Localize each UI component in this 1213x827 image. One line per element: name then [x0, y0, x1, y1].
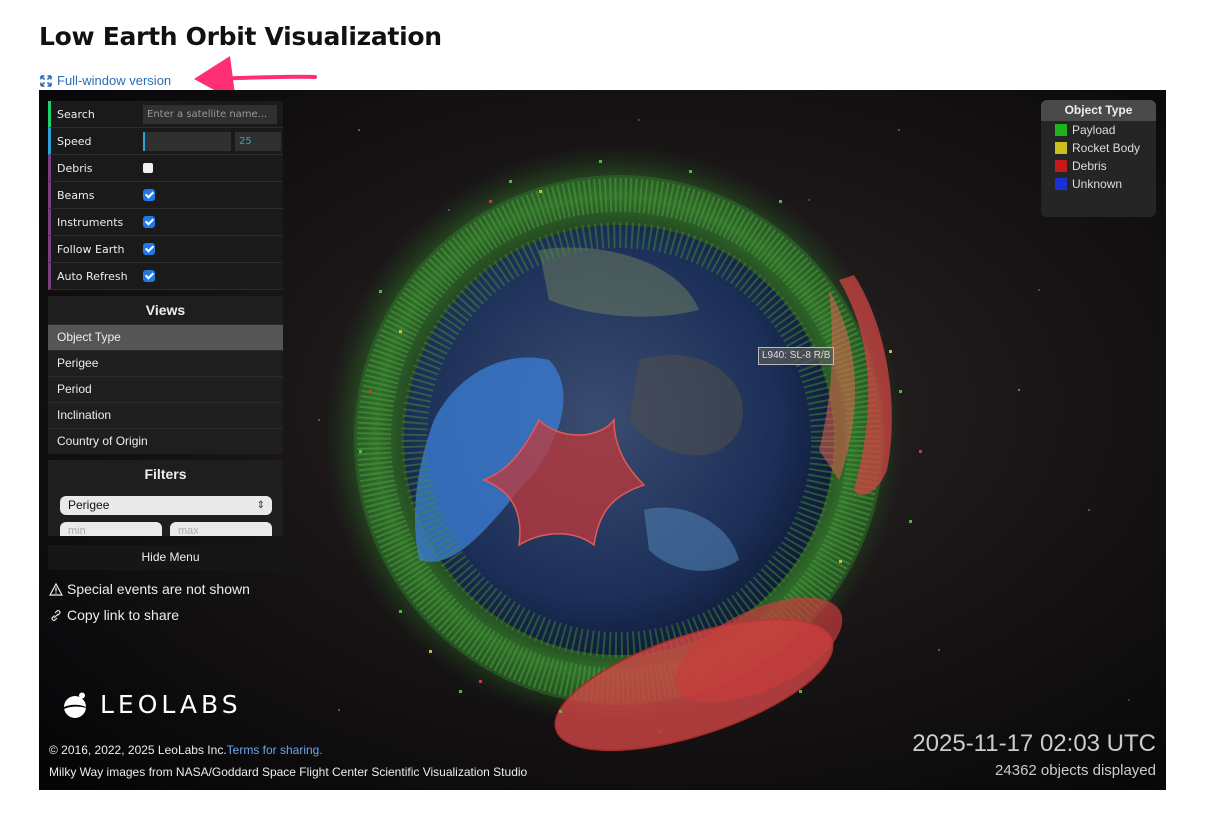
views-title: Views	[145, 302, 186, 318]
follow-earth-label: Follow Earth	[57, 242, 125, 256]
special-events-note: Special events are not shown	[49, 581, 250, 597]
view-item-country-of-origin[interactable]: Country of Origin	[48, 428, 283, 454]
auto-refresh-checkbox[interactable]	[143, 270, 155, 282]
legend-item-unknown: Unknown	[1041, 175, 1156, 193]
hide-menu-button[interactable]: Hide Menu	[48, 545, 293, 570]
follow-earth-checkbox[interactable]	[143, 243, 155, 255]
debris-checkbox[interactable]	[143, 163, 153, 173]
view-item-period[interactable]: Period	[48, 376, 283, 402]
copy-link-button[interactable]: Copy link to share	[49, 607, 179, 623]
beams-checkbox[interactable]	[143, 189, 155, 201]
terms-link[interactable]: Terms for sharing.	[227, 743, 323, 757]
filter-max-input[interactable]: max	[170, 522, 272, 536]
beams-label: Beams	[57, 188, 95, 202]
rocket-body-swatch	[1055, 142, 1067, 154]
control-panel: Search Speed 25 Debris Beams Instruments…	[48, 101, 283, 536]
satellite-search-input[interactable]	[143, 104, 277, 124]
speed-value-input[interactable]: 25	[235, 131, 281, 151]
leolabs-logo: LEOLABS	[62, 690, 242, 719]
views-panel: Views Object Type Perigee Period Inclina…	[48, 296, 283, 454]
speed-row: Speed 25	[48, 128, 283, 155]
search-label: Search	[57, 107, 95, 121]
timestamp: 2025-11-17 02:03 UTC	[912, 730, 1156, 757]
filters-panel: Filters Perigee ⇕ min max	[48, 460, 283, 536]
copyright-text: © 2016, 2022, 2025 LeoLabs Inc.	[49, 743, 227, 757]
leolabs-logo-icon	[64, 692, 86, 718]
legend-item-rocket-body: Rocket Body	[1041, 139, 1156, 157]
legend-label: Payload	[1072, 123, 1116, 137]
legend-label: Rocket Body	[1072, 141, 1141, 155]
search-row: Search	[48, 101, 283, 128]
debris-row: Debris	[48, 155, 283, 182]
speed-label: Speed	[57, 134, 92, 148]
debris-label: Debris	[57, 161, 93, 175]
expand-icon	[40, 74, 52, 87]
auto-refresh-label: Auto Refresh	[57, 269, 128, 283]
chevron-updown-icon: ⇕	[256, 500, 265, 511]
instruments-row: Instruments	[48, 209, 283, 236]
special-events-text: Special events are not shown	[67, 581, 250, 597]
payload-swatch	[1055, 124, 1067, 136]
debris-swatch	[1055, 160, 1067, 172]
full-window-label: Full-window version	[57, 73, 172, 88]
filter-min-input[interactable]: min	[60, 522, 162, 536]
view-item-perigee[interactable]: Perigee	[48, 350, 283, 376]
auto-refresh-row: Auto Refresh	[48, 263, 283, 290]
copy-link-text: Copy link to share	[67, 607, 180, 623]
speed-slider-fill	[143, 131, 145, 151]
filter-select[interactable]: Perigee ⇕	[60, 496, 272, 515]
speed-slider[interactable]	[143, 131, 231, 151]
legend-label: Debris	[1072, 159, 1107, 173]
page-title: Low Earth Orbit Visualization	[39, 22, 442, 51]
unknown-swatch	[1055, 178, 1067, 190]
filter-select-value: Perigee	[68, 498, 110, 512]
full-window-link[interactable]: Full-window version	[40, 73, 171, 88]
legend-title: Object Type	[1041, 100, 1156, 121]
orbit-visualization[interactable]: Search Speed 25 Debris Beams Instruments…	[39, 90, 1166, 790]
filters-title: Filters	[144, 466, 187, 482]
legend-label: Unknown	[1072, 177, 1123, 191]
warning-icon	[49, 582, 63, 596]
leolabs-logo-text: LEOLABS	[100, 690, 242, 719]
milky-way-credit: Milky Way images from NASA/Goddard Space…	[49, 765, 528, 779]
view-item-object-type[interactable]: Object Type	[48, 324, 283, 350]
satellite-hover-label: L940: SL-8 R/B	[758, 347, 835, 365]
follow-earth-row: Follow Earth	[48, 236, 283, 263]
objects-count: 24362 objects displayed	[995, 762, 1156, 779]
object-type-legend: Object Type Payload Rocket Body Debris U…	[1041, 100, 1156, 217]
legend-item-debris: Debris	[1041, 157, 1156, 175]
instruments-checkbox[interactable]	[143, 216, 155, 228]
copyright-line: © 2016, 2022, 2025 LeoLabs Inc.Terms for…	[49, 743, 323, 757]
view-item-inclination[interactable]: Inclination	[48, 402, 283, 428]
beams-row: Beams	[48, 182, 283, 209]
instruments-label: Instruments	[57, 215, 124, 229]
legend-item-payload: Payload	[1041, 121, 1156, 139]
link-icon	[51, 609, 61, 621]
